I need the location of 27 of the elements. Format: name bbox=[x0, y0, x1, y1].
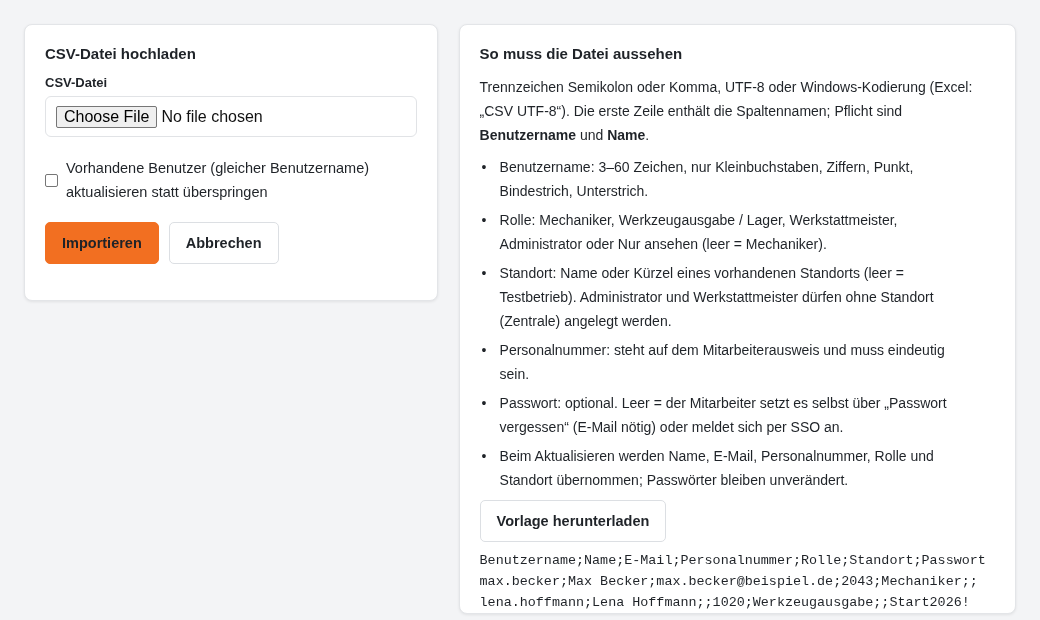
bullet: • bbox=[480, 264, 488, 283]
rule-item: Personalnummer: steht auf dem Mitarbeiterausweis und muss eindeutig sein. bbox=[499, 341, 946, 384]
choose-file-button[interactable]: Choose File bbox=[56, 105, 158, 128]
bullet: • bbox=[480, 341, 488, 360]
bullet: • bbox=[480, 447, 488, 466]
rule-item: Beim Aktualisieren werden Name, E-Mail, Personalnummer, Rolle und Standort übernommen; Passwörter bleiben unverändert. bbox=[499, 447, 935, 490]
card-title: CSV-Datei hochladen bbox=[45, 45, 197, 63]
rule-item: Rolle: Mechaniker, Werkzeugausgabe / Lager, Werkstattmeister, Administrator oder Nur ansehen (leer = Mechaniker). bbox=[499, 211, 899, 254]
bullet: • bbox=[480, 394, 488, 413]
import-button[interactable]: Importieren bbox=[45, 222, 159, 264]
bullet: • bbox=[480, 211, 488, 230]
intro-paragraph: Trennzeichen Semikolon oder Komma, UTF-8 oder Windows-Kodierung (Excel: „CSV UTF-8“). Die erste Zeile enthält die Spaltennamen; Pflicht sind Benutzername und Name. bbox=[479, 78, 974, 145]
download-template-button[interactable]: Vorlage herunterladen bbox=[479, 500, 667, 542]
checkbox-label: Vorhandene Benutzer (gleicher Benutzername) aktualisieren statt überspringen bbox=[66, 159, 371, 202]
csv-sample-line: Benutzername;Name;E-Mail;Personalnummer;Rolle;Standort;Passwort bbox=[479, 552, 986, 570]
rule-item: Passwort: optional. Leer = der Mitarbeiter setzt es selbst über „Passwort vergessen“ (E-Mail nötig) oder meldet sich per SSO an. bbox=[499, 394, 948, 437]
bullet: • bbox=[480, 158, 488, 177]
checkbox[interactable] bbox=[45, 173, 58, 187]
cancel-button[interactable]: Abbrechen bbox=[168, 222, 279, 264]
card-title: So muss die Datei aussehen bbox=[479, 45, 684, 63]
file-status: No file chosen bbox=[161, 107, 263, 126]
field-label: CSV-Datei bbox=[45, 75, 108, 90]
file-input[interactable]: Choose File No file chosen bbox=[45, 96, 417, 137]
csv-sample-line: max.becker;Max Becker;max.becker@beispiel.de;2043;Mechaniker;; bbox=[479, 573, 978, 591]
rule-item: Standort: Name oder Kürzel eines vorhandenen Standorts (leer = Testbetrieb). Administrator und Werkstattmeister dürfen ohne Standort (Zentrale) angelegt werden. bbox=[499, 264, 935, 331]
csv-sample-line: lena.hoffmann;Lena Hoffmann;;1020;Werkzeugausgabe;;Start2026! bbox=[479, 594, 970, 612]
rule-item: Benutzername: 3–60 Zeichen, nur Kleinbuchstaben, Ziffern, Punkt, Bindestrich, Unterstrich. bbox=[499, 158, 915, 201]
